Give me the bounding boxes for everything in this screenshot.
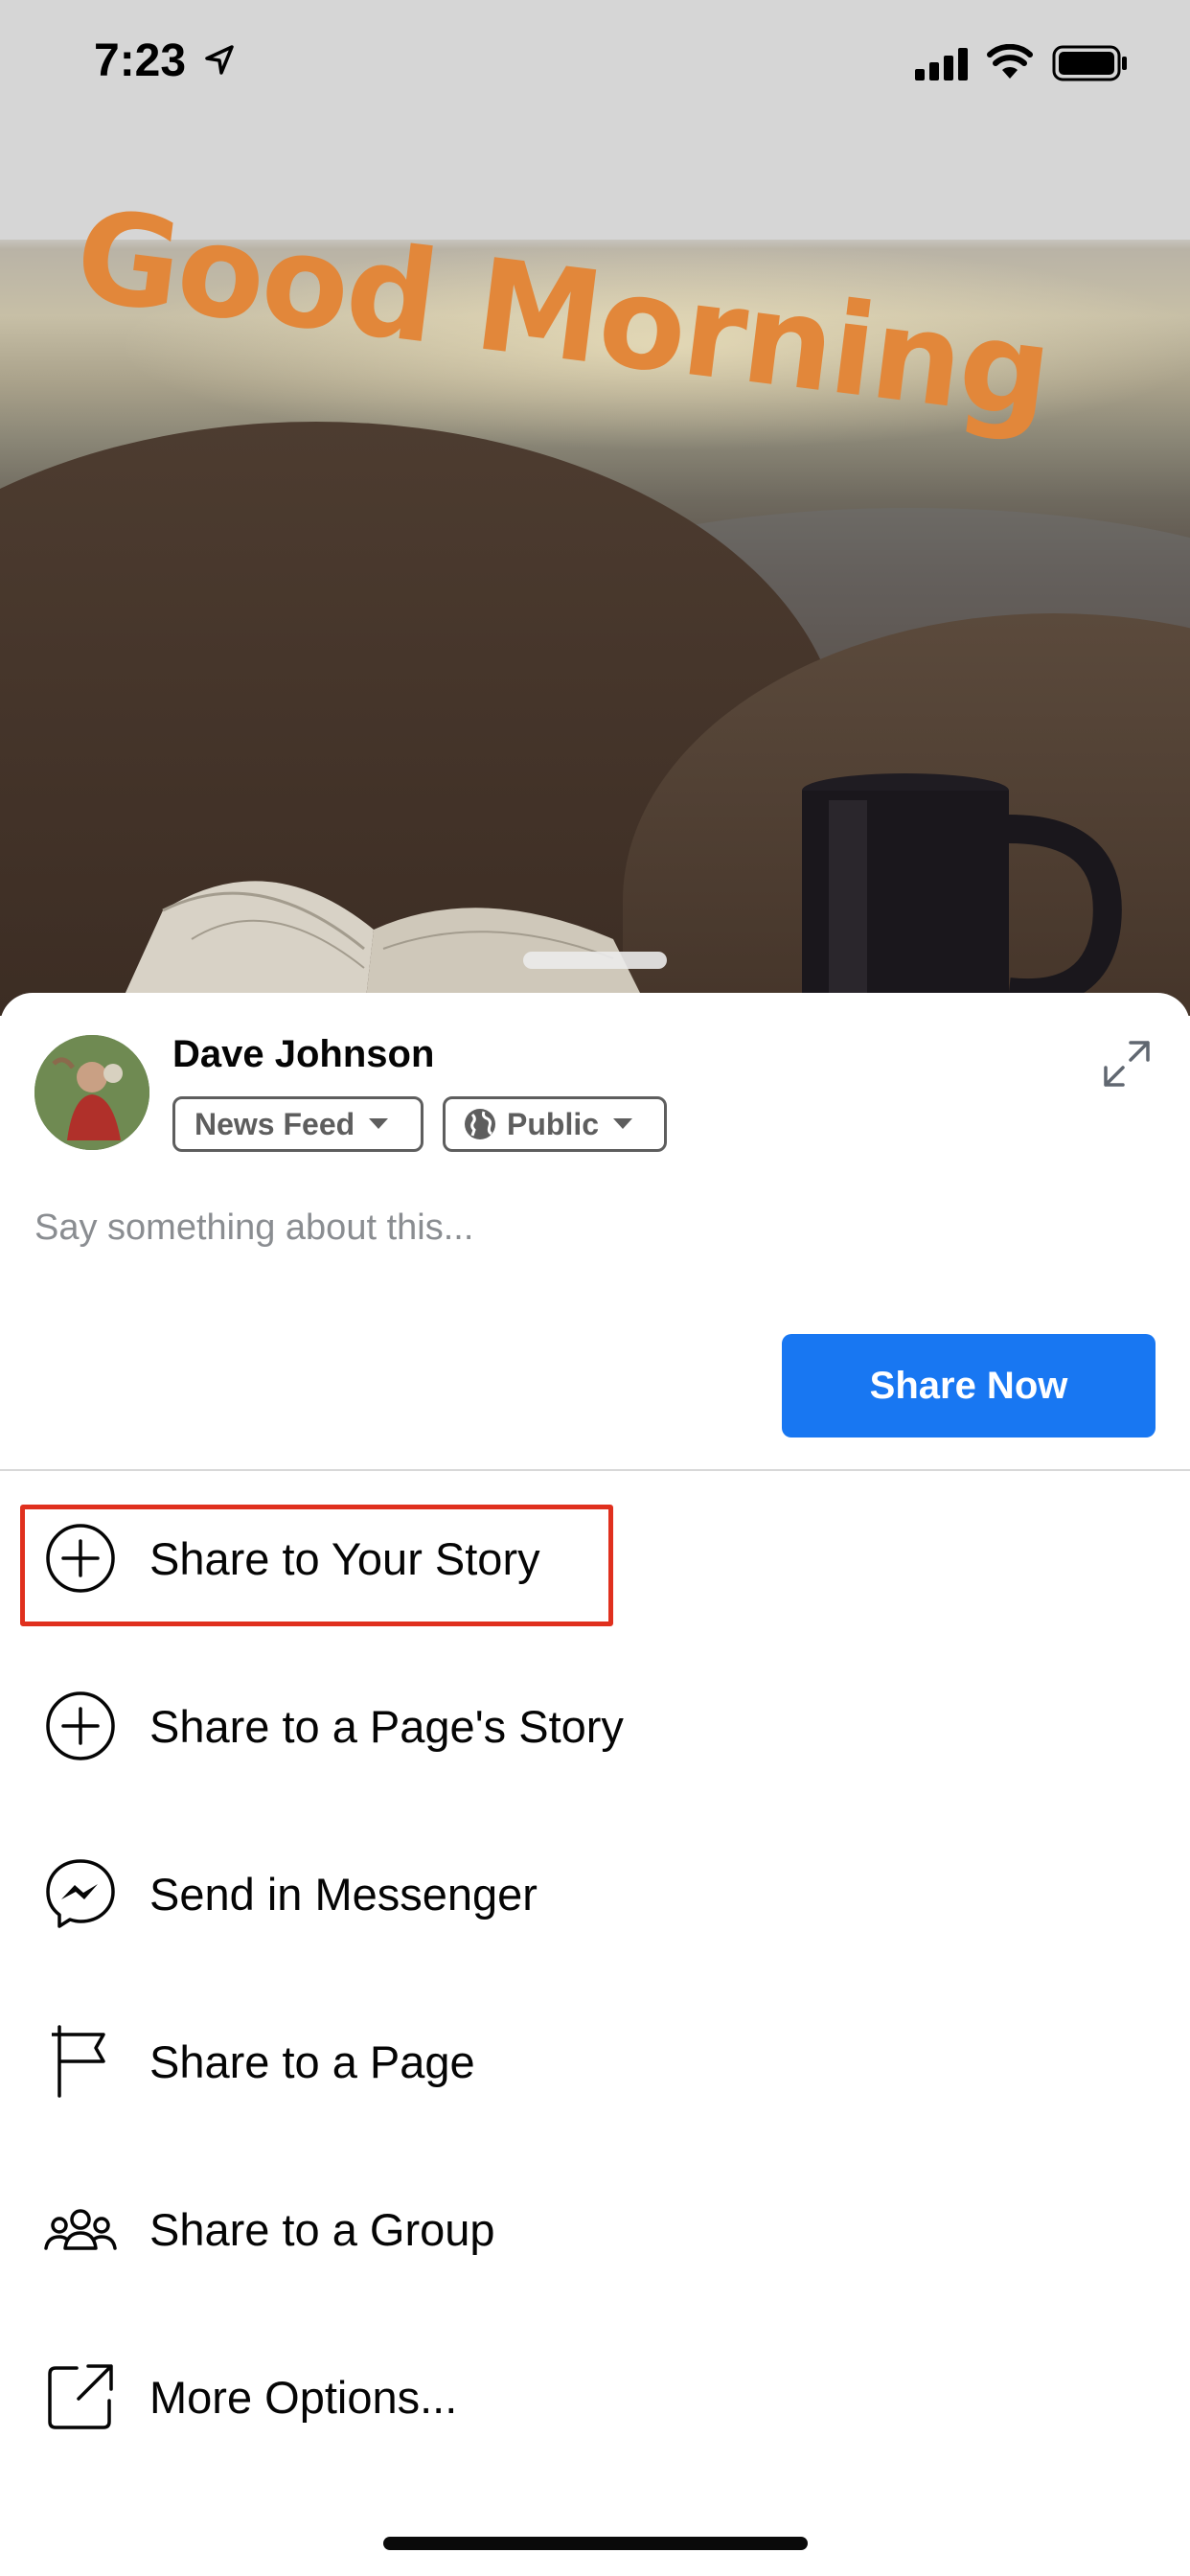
background-photo: Good Morning	[0, 0, 1190, 1016]
option-share-to-page-story[interactable]: Share to a Page's Story	[0, 1645, 1190, 1799]
caret-down-icon	[613, 1118, 633, 1129]
highlight-annotation-box	[20, 1505, 613, 1626]
option-label: Send in Messenger	[149, 1869, 538, 1920]
open-book-illustration	[115, 881, 652, 1016]
wifi-icon	[987, 44, 1033, 79]
option-share-to-group[interactable]: Share to a Group	[0, 2149, 1190, 2302]
globe-icon	[465, 1109, 495, 1139]
external-share-icon	[48, 2364, 113, 2429]
option-label: Share to a Group	[149, 2204, 495, 2255]
group-icon	[44, 2209, 117, 2250]
option-share-to-page[interactable]: Share to a Page	[0, 1981, 1190, 2134]
avatar	[34, 1035, 149, 1150]
user-name: Dave Johnson	[172, 1033, 435, 1075]
home-indicator	[383, 2537, 808, 2550]
option-send-in-messenger[interactable]: Send in Messenger	[0, 1813, 1190, 1966]
location-arrow-icon	[205, 45, 234, 75]
option-more-options[interactable]: More Options...	[0, 2316, 1190, 2470]
option-label: Share to a Page's Story	[149, 1701, 624, 1752]
share-now-button[interactable]: Share Now	[782, 1334, 1156, 1438]
plus-circle-icon	[46, 1691, 115, 1760]
audience-privacy-selector[interactable]: Public	[443, 1096, 667, 1152]
expand-icon[interactable]	[1102, 1039, 1152, 1089]
audience-privacy-label: Public	[507, 1106, 600, 1141]
share-caption-input[interactable]	[34, 1208, 1156, 1249]
battery-icon	[1052, 45, 1127, 81]
caret-down-icon	[369, 1118, 389, 1129]
messenger-icon	[46, 1859, 115, 1928]
divider	[0, 1469, 1190, 1471]
signal-icon	[915, 48, 968, 80]
status-time: 7:23	[94, 35, 187, 86]
sheet-grabber[interactable]	[523, 952, 667, 969]
audience-feed-label: News Feed	[195, 1106, 355, 1141]
audience-feed-selector[interactable]: News Feed	[172, 1096, 423, 1152]
option-label: Share to a Page	[149, 2036, 475, 2087]
option-label: More Options...	[149, 2372, 458, 2423]
flag-icon	[52, 2025, 105, 2098]
coffee-mug-illustration	[802, 773, 1122, 1016]
